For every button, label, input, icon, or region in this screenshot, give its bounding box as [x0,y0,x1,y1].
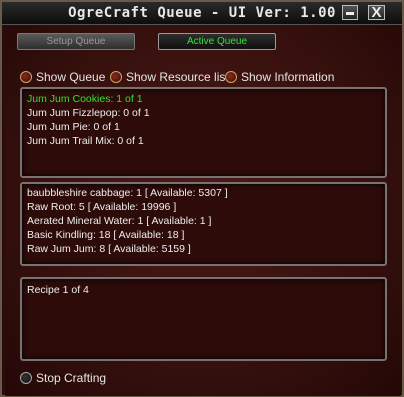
information-panel: Recipe 1 of 4 [20,277,387,361]
content-area: Setup Queue Active Queue Show Queue Show… [5,25,401,396]
ogrecraft-queue-window: OgreCraft Queue - UI Ver: 1.00 X Setup Q… [0,0,404,397]
resource-item: Aerated Mineral Water: 1 [ Available: 1 … [27,215,212,227]
queue-panel: Jum Jum Cookies: 1 of 1 Jum Jum Fizzlepo… [20,87,387,178]
resource-item: baubbleshire cabbage: 1 [ Available: 530… [27,187,228,199]
radio-icon[interactable] [20,372,32,384]
list-item[interactable]: Jum Jum Fizzlepop: 0 of 1 [27,107,150,120]
list-item[interactable]: Jum Jum Trail Mix: 0 of 1 [27,135,144,148]
resource-item: Basic Kindling: 18 [ Available: 18 ] [27,229,185,241]
minimize-icon [346,12,354,15]
resource-item: Raw Root: 5 [ Available: 19996 ] [27,201,177,213]
option-label: Show Information [241,70,335,84]
radio-icon[interactable] [110,71,122,83]
minimize-button[interactable] [342,5,358,20]
tab-active-queue[interactable]: Active Queue [158,33,276,50]
resource-item: Raw Jum Jum: 8 [ Available: 5159 ] [27,243,191,255]
recipe-info: Recipe 1 of 4 [27,284,89,296]
list-item[interactable]: Jum Jum Cookies: 1 of 1 [27,93,143,106]
close-icon: X [371,4,382,21]
stop-crafting-label: Stop Crafting [36,371,107,385]
resource-panel: baubbleshire cabbage: 1 [ Available: 530… [20,182,387,266]
list-item[interactable]: Jum Jum Pie: 0 of 1 [27,121,120,134]
radio-icon[interactable] [225,71,237,83]
option-label: Show Resource list [126,70,229,84]
title-bar[interactable]: OgreCraft Queue - UI Ver: 1.00 X [2,2,402,25]
tab-setup-queue[interactable]: Setup Queue [17,33,135,50]
radio-icon[interactable] [20,71,32,83]
close-button[interactable]: X [368,4,385,21]
option-label: Show Queue [36,70,106,84]
